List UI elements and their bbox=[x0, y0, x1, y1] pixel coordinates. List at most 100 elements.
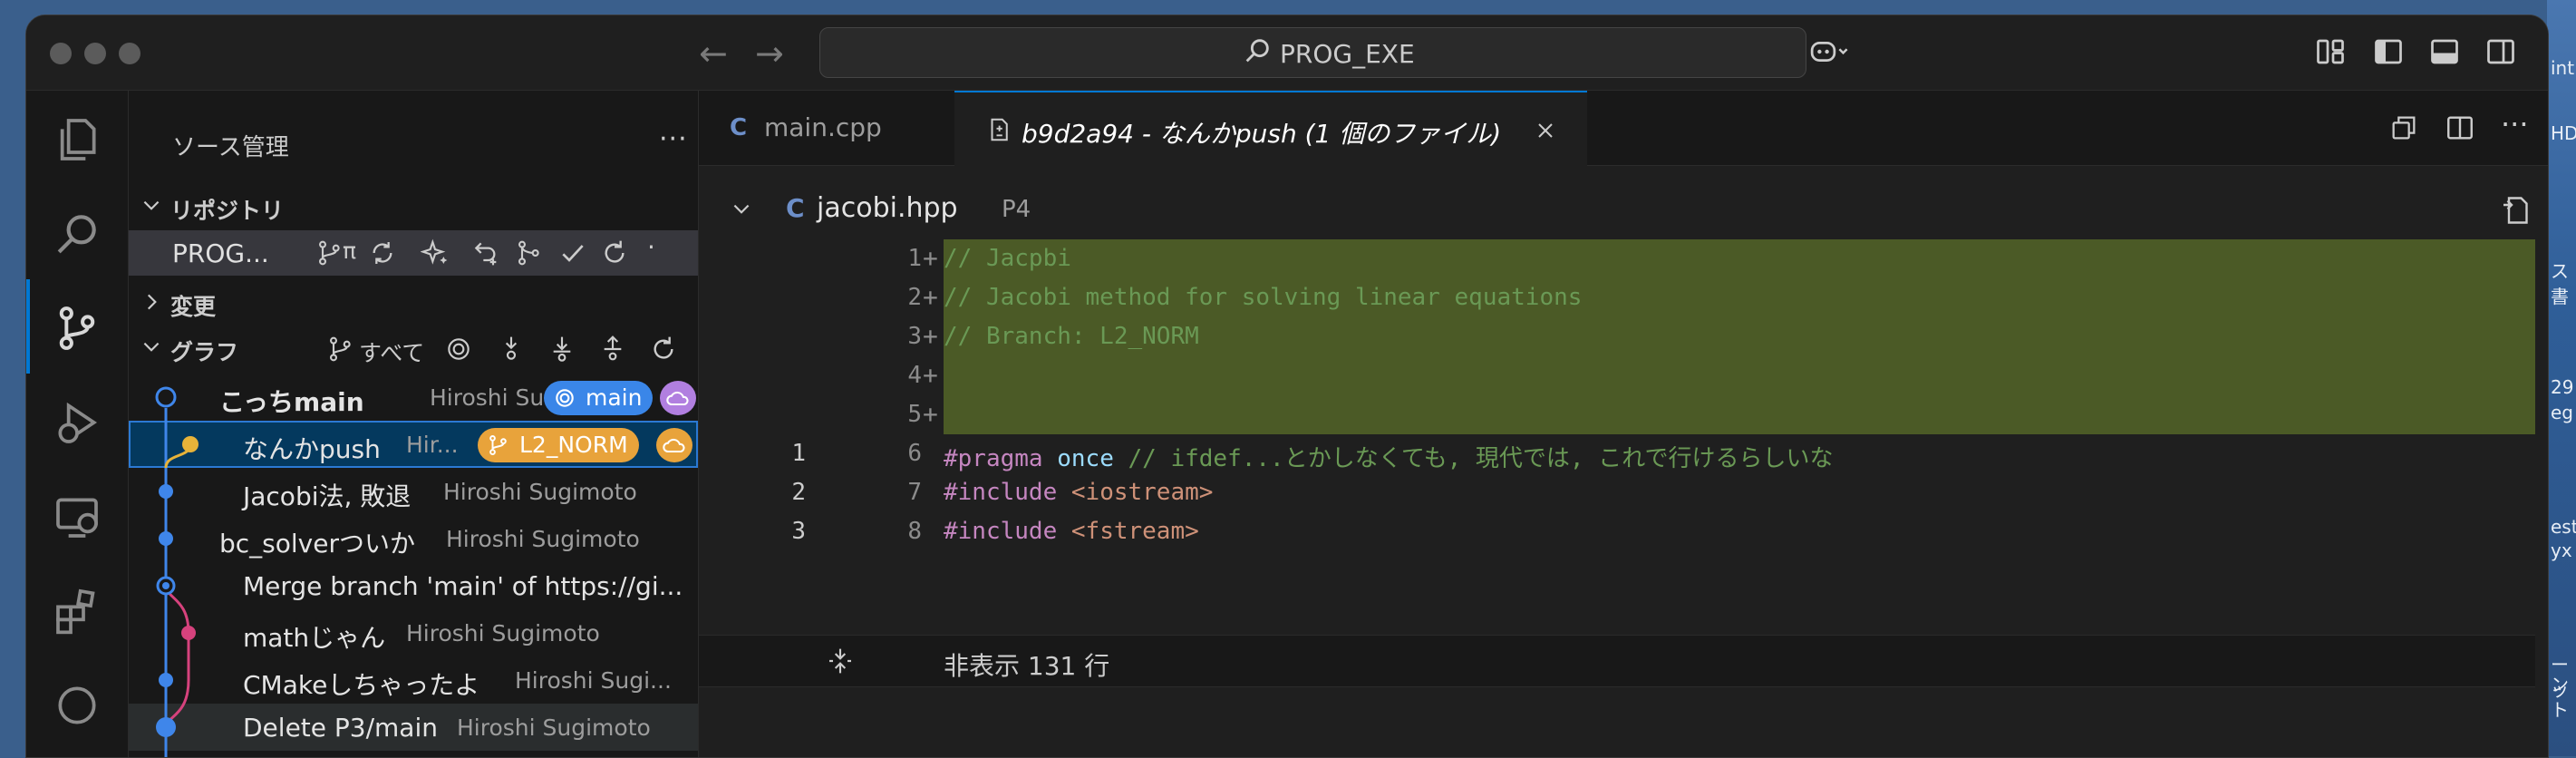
open-file-icon[interactable] bbox=[2501, 194, 2533, 227]
commit-check-icon[interactable] bbox=[558, 238, 587, 267]
badge-label: L2_NORM bbox=[519, 432, 628, 458]
forward-arrow-icon[interactable]: → bbox=[755, 34, 784, 73]
code-line[interactable]: 3 8 #include <fstream> bbox=[699, 512, 2548, 551]
code-token: // Jacobi method for solving linear equa… bbox=[944, 284, 1583, 311]
source-control-activity[interactable] bbox=[26, 279, 128, 374]
run-debug-activity[interactable] bbox=[26, 374, 128, 468]
diff-file-icon bbox=[991, 118, 1008, 141]
close-window-button[interactable] bbox=[50, 43, 72, 64]
remote-explorer-activity[interactable] bbox=[26, 468, 128, 562]
unfold-icon[interactable] bbox=[826, 646, 855, 675]
customize-layout-icon[interactable] bbox=[2314, 35, 2347, 68]
sparkle-icon[interactable] bbox=[421, 238, 450, 267]
toggle-primary-sidebar-icon[interactable] bbox=[2372, 35, 2405, 68]
cpp-file-icon: C bbox=[786, 193, 805, 223]
file-path: P4 bbox=[1002, 196, 1031, 223]
minimize-window-button[interactable] bbox=[84, 43, 106, 64]
commit-author: Hir... bbox=[406, 432, 459, 458]
search-text: PROG_EXE bbox=[1280, 39, 1415, 69]
commit-message: mathじゃん bbox=[243, 623, 386, 653]
file-name: jacobi.hpp bbox=[817, 192, 958, 224]
search-icon bbox=[1245, 39, 1269, 63]
code-line[interactable]: 1 6 #pragma once // ifdef...とかしなくても, 現代では,… bbox=[699, 434, 2548, 473]
code-line[interactable]: 2 +// Jacobi method for solving linear eq… bbox=[699, 278, 2548, 317]
branch-badge-main[interactable]: main bbox=[544, 381, 654, 415]
hidden-lines-row[interactable]: 非表示 131 行 bbox=[699, 635, 2535, 687]
code-token: // Jacpbi bbox=[944, 245, 1071, 272]
extensions-activity[interactable] bbox=[26, 562, 128, 656]
copilot-icon[interactable] bbox=[1808, 35, 1848, 68]
code-text: // Jacobi method for solving linear equa… bbox=[944, 284, 1582, 311]
editor-area: C main.cpp b9d2a94 - なんかpush (1 個のファイル) bbox=[699, 91, 2548, 757]
code-text: // Branch: L2_NORM bbox=[944, 323, 1199, 350]
commit-message: Jacobi法, 敗退 bbox=[243, 481, 412, 511]
added-line-highlight bbox=[944, 239, 2535, 278]
command-center-search[interactable]: PROG_EXE bbox=[819, 27, 1806, 78]
toggle-secondary-sidebar-icon[interactable] bbox=[2484, 35, 2517, 68]
target-icon[interactable] bbox=[444, 335, 473, 364]
modified-line-number: 5 bbox=[907, 401, 922, 428]
push-icon[interactable] bbox=[598, 335, 627, 364]
diff-code-view[interactable]: 1 +// Jacpbi 2 +// Jacobi method for solvin… bbox=[699, 239, 2548, 602]
code-text: #include <iostream> bbox=[944, 479, 1213, 506]
branch-icon bbox=[489, 435, 507, 455]
code-text: // Jacpbi bbox=[944, 245, 1071, 272]
vscode-window: ← → PROG_EXE ソース管理 ··· リポジトリ PROG... π ·… bbox=[25, 15, 2549, 758]
desktop-fragment: ット bbox=[2551, 679, 2569, 721]
remote-badge bbox=[656, 428, 692, 462]
modified-line-number: 3 bbox=[907, 323, 922, 350]
added-line-highlight bbox=[944, 356, 2535, 395]
code-token: <iostream> bbox=[1070, 479, 1214, 506]
refresh-graph-icon[interactable] bbox=[649, 335, 678, 364]
back-arrow-icon[interactable]: ← bbox=[699, 34, 728, 73]
diff-file-header[interactable]: C jacobi.hpp P4 bbox=[699, 181, 2548, 236]
toggle-panel-icon[interactable] bbox=[2428, 35, 2461, 68]
sync-icon[interactable] bbox=[368, 238, 397, 267]
modified-line-number: 6 bbox=[907, 440, 922, 467]
code-line[interactable]: 3 +// Branch: L2_NORM bbox=[699, 317, 2548, 356]
search-activity[interactable] bbox=[26, 185, 128, 279]
modified-line-number: 2 bbox=[907, 284, 922, 311]
title-bar: ← → PROG_EXE bbox=[26, 15, 2548, 91]
modified-line-number: 1 bbox=[907, 245, 922, 272]
split-editor-icon[interactable] bbox=[2445, 112, 2475, 143]
added-line-highlight bbox=[944, 395, 2535, 434]
code-line[interactable]: 1 +// Jacpbi bbox=[699, 239, 2548, 278]
explorer-activity[interactable] bbox=[26, 91, 128, 185]
more-actions-icon[interactable]: ··· bbox=[659, 123, 688, 155]
cloud-icon bbox=[663, 438, 685, 453]
modified-line-number: 7 bbox=[907, 479, 922, 506]
close-icon[interactable] bbox=[1535, 120, 1556, 141]
branch-icon[interactable] bbox=[315, 238, 344, 267]
branch-filter-icon[interactable] bbox=[326, 335, 355, 364]
commit-author: Hiroshi Sugimoto bbox=[443, 479, 637, 505]
code-line[interactable]: 2 7 #include <iostream> bbox=[699, 473, 2548, 512]
diff-marker: + bbox=[923, 243, 938, 273]
fetch-icon[interactable] bbox=[497, 335, 526, 364]
pull-icon[interactable] bbox=[547, 335, 576, 364]
code-token: // ifdef...とかしなくても, 現代では, これで行けるらしいな bbox=[1128, 445, 1834, 472]
more-icon[interactable]: · bbox=[647, 232, 676, 262]
chevron-down-icon[interactable] bbox=[730, 198, 753, 221]
code-token: #include bbox=[944, 518, 1071, 545]
stash-icon[interactable] bbox=[471, 238, 500, 267]
code-line[interactable]: 5 + bbox=[699, 395, 2548, 434]
extensions-icon bbox=[56, 588, 95, 635]
maximize-window-button[interactable] bbox=[119, 43, 140, 64]
tab-label: b9d2a94 - なんかpush (1 個のファイル) bbox=[1022, 119, 1502, 149]
graph-filter-label[interactable]: すべて bbox=[359, 335, 424, 368]
run-debug-icon bbox=[58, 402, 98, 443]
tab-commit-diff[interactable]: b9d2a94 - なんかpush (1 個のファイル) bbox=[954, 91, 1587, 167]
code-line[interactable]: 4 + bbox=[699, 356, 2548, 395]
branch-badge-l2-norm[interactable]: L2_NORM bbox=[478, 428, 639, 462]
merge-icon[interactable] bbox=[515, 238, 544, 267]
target-icon bbox=[556, 389, 574, 407]
refresh-icon[interactable] bbox=[600, 238, 629, 267]
accounts-activity[interactable] bbox=[26, 656, 128, 751]
source-control-panel: ソース管理 ··· リポジトリ PROG... π · 変更 グラフ すべて こ… bbox=[129, 91, 699, 757]
tab-main-cpp[interactable]: C main.cpp bbox=[699, 91, 954, 165]
code-token: once bbox=[1057, 445, 1128, 472]
commit-author: Hiroshi Sugi... bbox=[515, 667, 672, 694]
open-changes-icon[interactable] bbox=[2388, 112, 2419, 143]
more-actions-icon[interactable]: ··· bbox=[2501, 107, 2529, 141]
